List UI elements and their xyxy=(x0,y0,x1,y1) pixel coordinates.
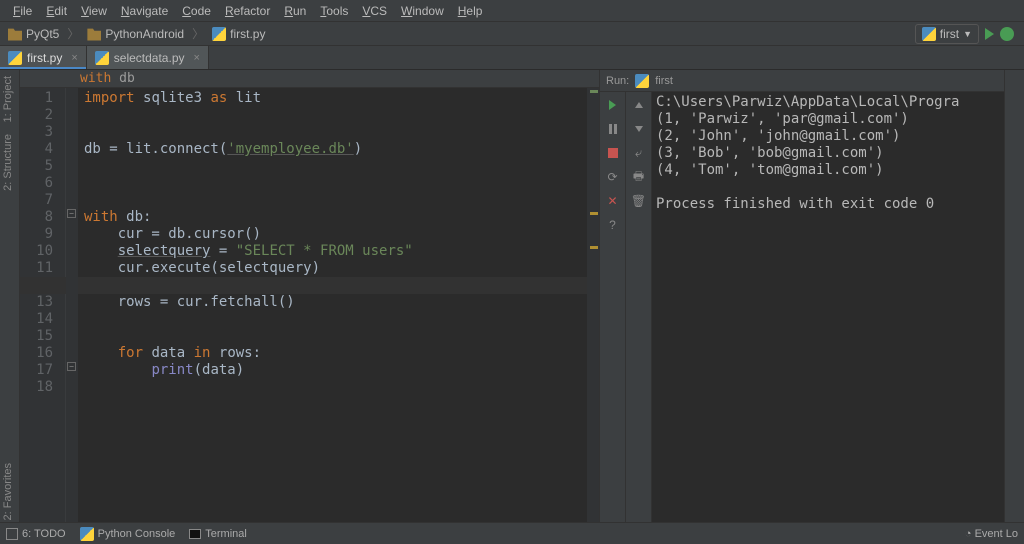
stop-button[interactable] xyxy=(604,144,622,162)
breadcrumb-label: first.py xyxy=(230,27,265,41)
editor-tab[interactable]: first.py × xyxy=(0,46,87,69)
run-config-selector[interactable]: first ▼ xyxy=(915,24,979,44)
event-log-button[interactable]: ◔ Event Lo xyxy=(965,528,1018,540)
scroll-down-button[interactable] xyxy=(630,120,648,138)
menu-edit[interactable]: Edit xyxy=(39,2,74,20)
fold-toggle-icon[interactable]: − xyxy=(67,209,76,218)
python-console-button[interactable]: Python Console xyxy=(80,527,176,541)
menu-file[interactable]: File xyxy=(6,2,39,20)
debug-button-icon[interactable] xyxy=(1000,27,1014,41)
breadcrumb-item[interactable]: PythonAndroid xyxy=(83,27,188,41)
python-icon xyxy=(95,51,109,65)
python-icon xyxy=(922,27,936,41)
status-bar: 6: TODO Python Console Terminal ◔ Event … xyxy=(0,522,1024,544)
structure-tool-tab[interactable]: 2: Structure xyxy=(0,128,16,197)
todo-icon xyxy=(6,528,18,540)
menu-tools[interactable]: Tools xyxy=(313,2,355,20)
clear-all-button[interactable]: 🗑 xyxy=(630,192,648,210)
close-run-button[interactable]: ✕ xyxy=(604,192,622,210)
close-tab-icon[interactable]: × xyxy=(194,52,200,64)
folder-icon xyxy=(8,27,22,41)
restart-button[interactable]: ⟳ xyxy=(604,168,622,186)
pause-button[interactable] xyxy=(604,120,622,138)
editor-tab[interactable]: selectdata.py × xyxy=(87,46,209,69)
run-panel-body: ⟳ ✕ ? ⤶ 🖶 🗑 C:\Users\Parwiz\AppData\Loca… xyxy=(600,92,1004,522)
python-icon xyxy=(8,51,22,65)
tab-label: selectdata.py xyxy=(114,51,185,65)
run-toolbar-primary: ⟳ ✕ ? xyxy=(600,92,626,522)
breadcrumb-label: PythonAndroid xyxy=(105,27,184,41)
project-tool-tab[interactable]: 1: Project xyxy=(0,70,16,128)
main-area: 1: Project 2: Structure 2: Favorites wit… xyxy=(0,70,1024,522)
menu-run[interactable]: Run xyxy=(277,2,313,20)
console-output[interactable]: C:\Users\Parwiz\AppData\Local\Progra (1,… xyxy=(652,92,1004,522)
code-area[interactable]: import sqlite3 as litdb = lit.connect('m… xyxy=(78,88,587,522)
run-button-icon[interactable] xyxy=(985,28,994,40)
menu-code[interactable]: Code xyxy=(175,2,218,20)
menu-help[interactable]: Help xyxy=(451,2,490,20)
menu-bar: FileEditViewNavigateCodeRefactorRunTools… xyxy=(0,0,1024,22)
breadcrumb-label: PyQt5 xyxy=(26,27,59,41)
close-tab-icon[interactable]: × xyxy=(71,52,77,64)
editor-body[interactable]: 123456789101112131415161718 − − import s… xyxy=(20,88,599,522)
run-toolbar-secondary: ⤶ 🖶 🗑 xyxy=(626,92,652,522)
menu-view[interactable]: View xyxy=(74,2,114,20)
run-panel-title: Run: xyxy=(606,75,629,87)
editor: with with dbdb 1234567891011121314151617… xyxy=(20,70,599,522)
terminal-button[interactable]: Terminal xyxy=(189,527,247,541)
run-config-label: first xyxy=(940,27,959,41)
line-number-gutter[interactable]: 123456789101112131415161718 xyxy=(20,88,66,522)
run-panel-header[interactable]: Run: first xyxy=(600,70,1004,92)
run-panel-config: first xyxy=(655,75,673,87)
python-icon xyxy=(80,527,94,541)
stripe-mark[interactable] xyxy=(590,246,598,249)
toolbar-right: first ▼ xyxy=(915,24,1020,44)
breadcrumb-item[interactable]: PyQt5 xyxy=(4,27,63,41)
fold-toggle-icon[interactable]: − xyxy=(67,362,76,371)
fold-column[interactable]: − − xyxy=(66,88,78,522)
todo-tool-button[interactable]: 6: TODO xyxy=(6,527,66,541)
rerun-button[interactable] xyxy=(604,96,622,114)
folder-icon xyxy=(87,27,101,41)
soft-wrap-button[interactable]: ⤶ xyxy=(630,144,648,162)
context-info: with with dbdb xyxy=(20,70,599,88)
breadcrumb-item[interactable]: first.py xyxy=(208,27,269,41)
tab-label: first.py xyxy=(27,51,62,65)
menu-navigate[interactable]: Navigate xyxy=(114,2,175,20)
scroll-up-button[interactable] xyxy=(630,96,648,114)
run-panel: Run: first ⟳ ✕ ? ⤶ 🖶 🗑 C:\Users\Parwiz\A… xyxy=(599,70,1004,522)
python-icon xyxy=(212,27,226,41)
breadcrumbs: PyQt5〉PythonAndroid〉first.py xyxy=(4,25,269,42)
print-button[interactable]: 🖶 xyxy=(630,168,648,186)
nav-bar: PyQt5〉PythonAndroid〉first.py first ▼ xyxy=(0,22,1024,46)
menu-refactor[interactable]: Refactor xyxy=(218,2,277,20)
help-button[interactable]: ? xyxy=(604,216,622,234)
python-icon xyxy=(635,74,649,88)
menu-window[interactable]: Window xyxy=(394,2,451,20)
editor-tabs: first.py × selectdata.py × xyxy=(0,46,1024,70)
left-tool-rail[interactable]: 1: Project 2: Structure 2: Favorites xyxy=(0,70,20,522)
menu-vcs[interactable]: VCS xyxy=(355,2,394,20)
terminal-icon xyxy=(189,529,201,539)
favorites-tool-tab[interactable]: 2: Favorites xyxy=(0,457,16,526)
error-stripe[interactable] xyxy=(587,88,599,522)
stripe-mark[interactable] xyxy=(590,212,598,215)
right-tool-rail[interactable] xyxy=(1004,70,1024,522)
stripe-mark[interactable] xyxy=(590,90,598,93)
